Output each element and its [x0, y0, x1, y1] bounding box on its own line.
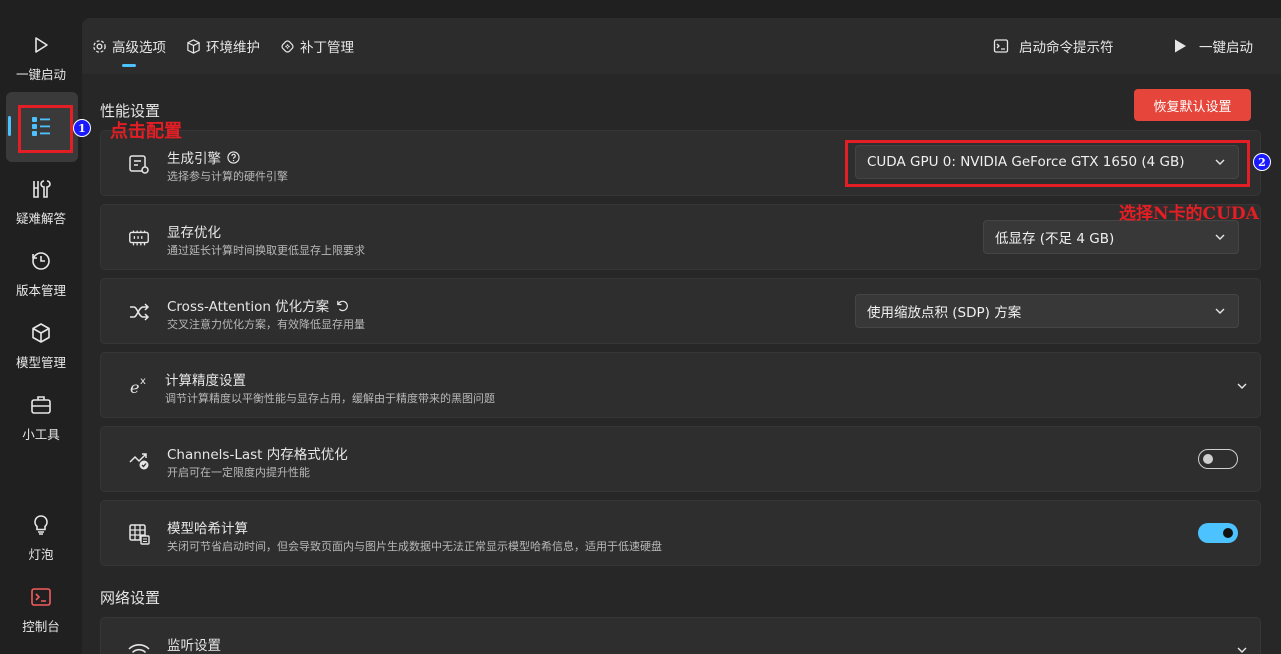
- lightbulb-icon: [30, 514, 52, 536]
- patch-icon: [279, 38, 295, 54]
- network-section-title: 网络设置: [100, 589, 161, 607]
- wrench-icon: [30, 178, 52, 200]
- card-model-hash: 模型哈希计算 关闭可节省启动时间，但会导致页面内与图片生成数据中无法正常显示模型…: [100, 500, 1261, 566]
- card-channels-last: Channels-Last 内存格式优化 开启可在一定限度内提升性能: [100, 426, 1261, 492]
- nav-item-models[interactable]: 模型管理: [0, 322, 82, 371]
- memory-chip-icon: [127, 226, 151, 250]
- undo-icon[interactable]: [335, 299, 349, 312]
- tab-environment[interactable]: 环境维护: [185, 18, 260, 74]
- annotation-box-2: [845, 140, 1250, 187]
- shuffle-icon: [127, 300, 151, 324]
- toolbox-icon: [30, 394, 52, 416]
- launch-button[interactable]: 一键启动: [1172, 18, 1253, 74]
- card-listen-settings[interactable]: 监听设置: [100, 617, 1261, 654]
- vram-select[interactable]: 低显存 (不足 4 GB): [983, 220, 1239, 254]
- cross-attention-select-value: 使用缩放点积 (SDP) 方案: [867, 305, 1022, 321]
- card-description: 关闭可节省启动时间，但会导致页面内与图片生成数据中无法正常显示模型哈希信息，适用…: [167, 540, 662, 553]
- tab-patches[interactable]: 补丁管理: [279, 18, 354, 74]
- exponent-icon: ex: [127, 374, 151, 398]
- nav-label: 疑难解答: [15, 211, 66, 226]
- table-calc-icon: [127, 522, 151, 546]
- card-precision[interactable]: ex 计算精度设置 调节计算精度以平衡性能与显存占用，缓解由于精度带来的黑图问题: [100, 352, 1261, 418]
- sidebar: 一键启动 疑难解答 版本管理 模型管理 小工具 灯泡 控制台: [0, 0, 82, 654]
- launch-label: 一键启动: [1199, 40, 1253, 56]
- nav-label: 版本管理: [15, 283, 66, 298]
- history-icon: [30, 250, 52, 272]
- card-title: 监听设置: [167, 638, 221, 654]
- play-icon: [1172, 38, 1188, 54]
- tab-label: 环境维护: [206, 40, 260, 56]
- cross-attention-select[interactable]: 使用缩放点积 (SDP) 方案: [855, 294, 1239, 328]
- cube-icon: [30, 322, 52, 344]
- chevron-down-icon[interactable]: [1236, 644, 1248, 654]
- card-vram-optimization: 显存优化 通过延长计算时间换取更低显存上限要求 低显存 (不足 4 GB): [100, 204, 1261, 270]
- toggle-knob: [1223, 528, 1233, 538]
- engine-settings-icon: [127, 152, 151, 176]
- card-title: 计算精度设置: [165, 373, 246, 389]
- annotation-box-1: [18, 105, 73, 153]
- card-description: 交叉注意力优化方案，有效降低显存用量: [167, 318, 365, 331]
- card-title: 模型哈希计算: [167, 521, 248, 537]
- nav-item-lightbulb[interactable]: 灯泡: [0, 514, 82, 563]
- annotation-badge-2: 2: [1253, 153, 1271, 171]
- nav-item-troubleshoot[interactable]: 疑难解答: [0, 178, 82, 227]
- wifi-icon: [127, 638, 151, 654]
- nav-item-version[interactable]: 版本管理: [0, 250, 82, 299]
- nav-label: 小工具: [22, 427, 60, 442]
- card-title: Channels-Last 内存格式优化: [167, 447, 348, 463]
- help-icon[interactable]: [227, 150, 240, 164]
- tab-label: 补丁管理: [300, 40, 354, 56]
- annotation-text-1: 点击配置: [110, 121, 182, 142]
- chevron-down-icon[interactable]: [1236, 380, 1248, 392]
- package-icon: [185, 38, 201, 54]
- nav-label: 模型管理: [15, 355, 66, 370]
- active-tab-underline: [122, 64, 136, 67]
- console-prompt-button[interactable]: 启动命令提示符: [993, 18, 1114, 74]
- card-cross-attention: Cross-Attention 优化方案 交叉注意力优化方案，有效降低显存用量 …: [100, 278, 1261, 344]
- play-icon: [30, 34, 52, 56]
- chevron-down-icon: [1214, 305, 1226, 317]
- card-description: 开启可在一定限度内提升性能: [167, 466, 310, 479]
- nav-item-tools[interactable]: 小工具: [0, 394, 82, 443]
- svg-text:e: e: [130, 378, 139, 397]
- card-title: 生成引擎: [167, 147, 240, 167]
- tab-label: 高级选项: [112, 40, 166, 56]
- channels-last-toggle[interactable]: [1198, 449, 1238, 469]
- top-bar: 高级选项 环境维护 补丁管理 启动命令提示符 一键启动: [82, 18, 1281, 74]
- toggle-knob: [1203, 454, 1213, 464]
- annotation-badge-1: 1: [73, 119, 91, 137]
- card-description: 选择参与计算的硬件引擎: [167, 170, 288, 183]
- reset-defaults-button[interactable]: 恢复默认设置: [1134, 89, 1251, 121]
- annotation-text-2: 选择N卡的CUDA: [1119, 204, 1259, 224]
- card-description: 通过延长计算时间换取更低显存上限要求: [167, 244, 365, 257]
- trend-check-icon: [127, 448, 151, 472]
- chevron-down-icon: [1214, 231, 1226, 243]
- card-description: 调节计算精度以平衡性能与显存占用，缓解由于精度带来的黑图问题: [165, 392, 495, 405]
- svg-text:x: x: [140, 376, 146, 387]
- nav-label: 灯泡: [28, 547, 54, 562]
- model-hash-toggle[interactable]: [1198, 523, 1238, 543]
- nav-item-launch[interactable]: 一键启动: [0, 34, 82, 83]
- terminal-icon: [993, 38, 1009, 54]
- console-icon: [30, 586, 52, 608]
- gear-icon: [91, 38, 107, 54]
- console-prompt-label: 启动命令提示符: [1019, 40, 1114, 56]
- nav-item-console[interactable]: 控制台: [0, 586, 82, 635]
- card-title: Cross-Attention 优化方案: [167, 295, 349, 315]
- card-title: 显存优化: [167, 225, 221, 241]
- nav-label: 控制台: [22, 619, 60, 634]
- vram-select-value: 低显存 (不足 4 GB): [995, 231, 1115, 247]
- nav-label: 一键启动: [15, 67, 66, 82]
